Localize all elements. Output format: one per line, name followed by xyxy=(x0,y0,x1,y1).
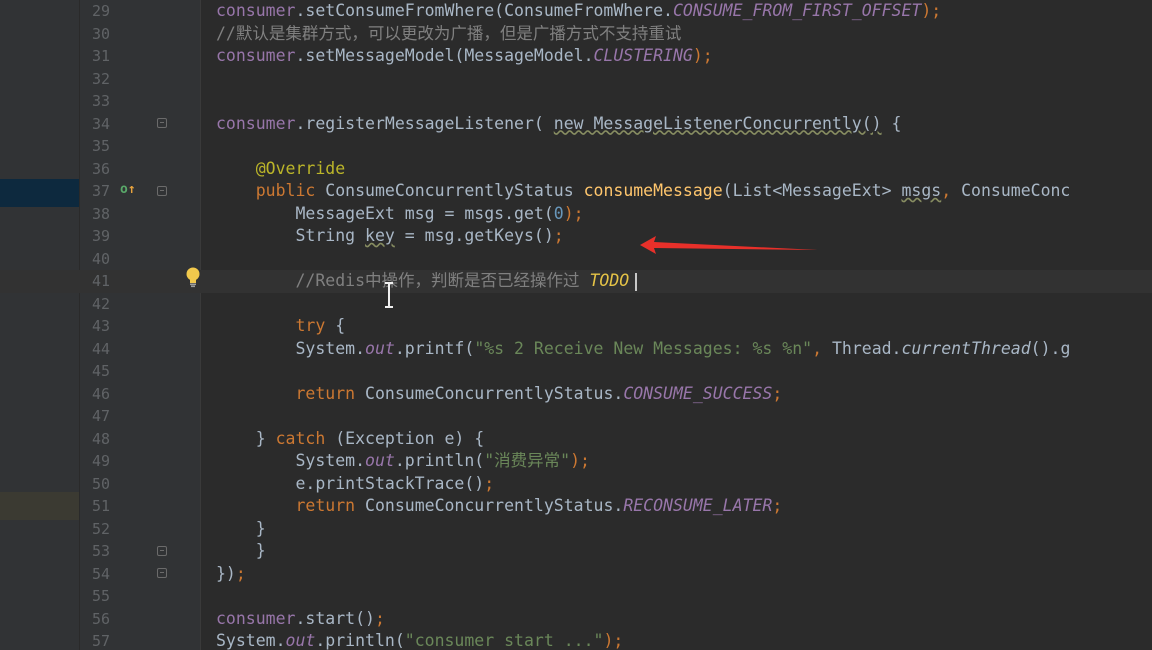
red-annotation-arrow xyxy=(640,236,818,254)
code-editor[interactable]: 29 consumer.setConsumeFromWhere(ConsumeFr… xyxy=(0,0,1152,650)
